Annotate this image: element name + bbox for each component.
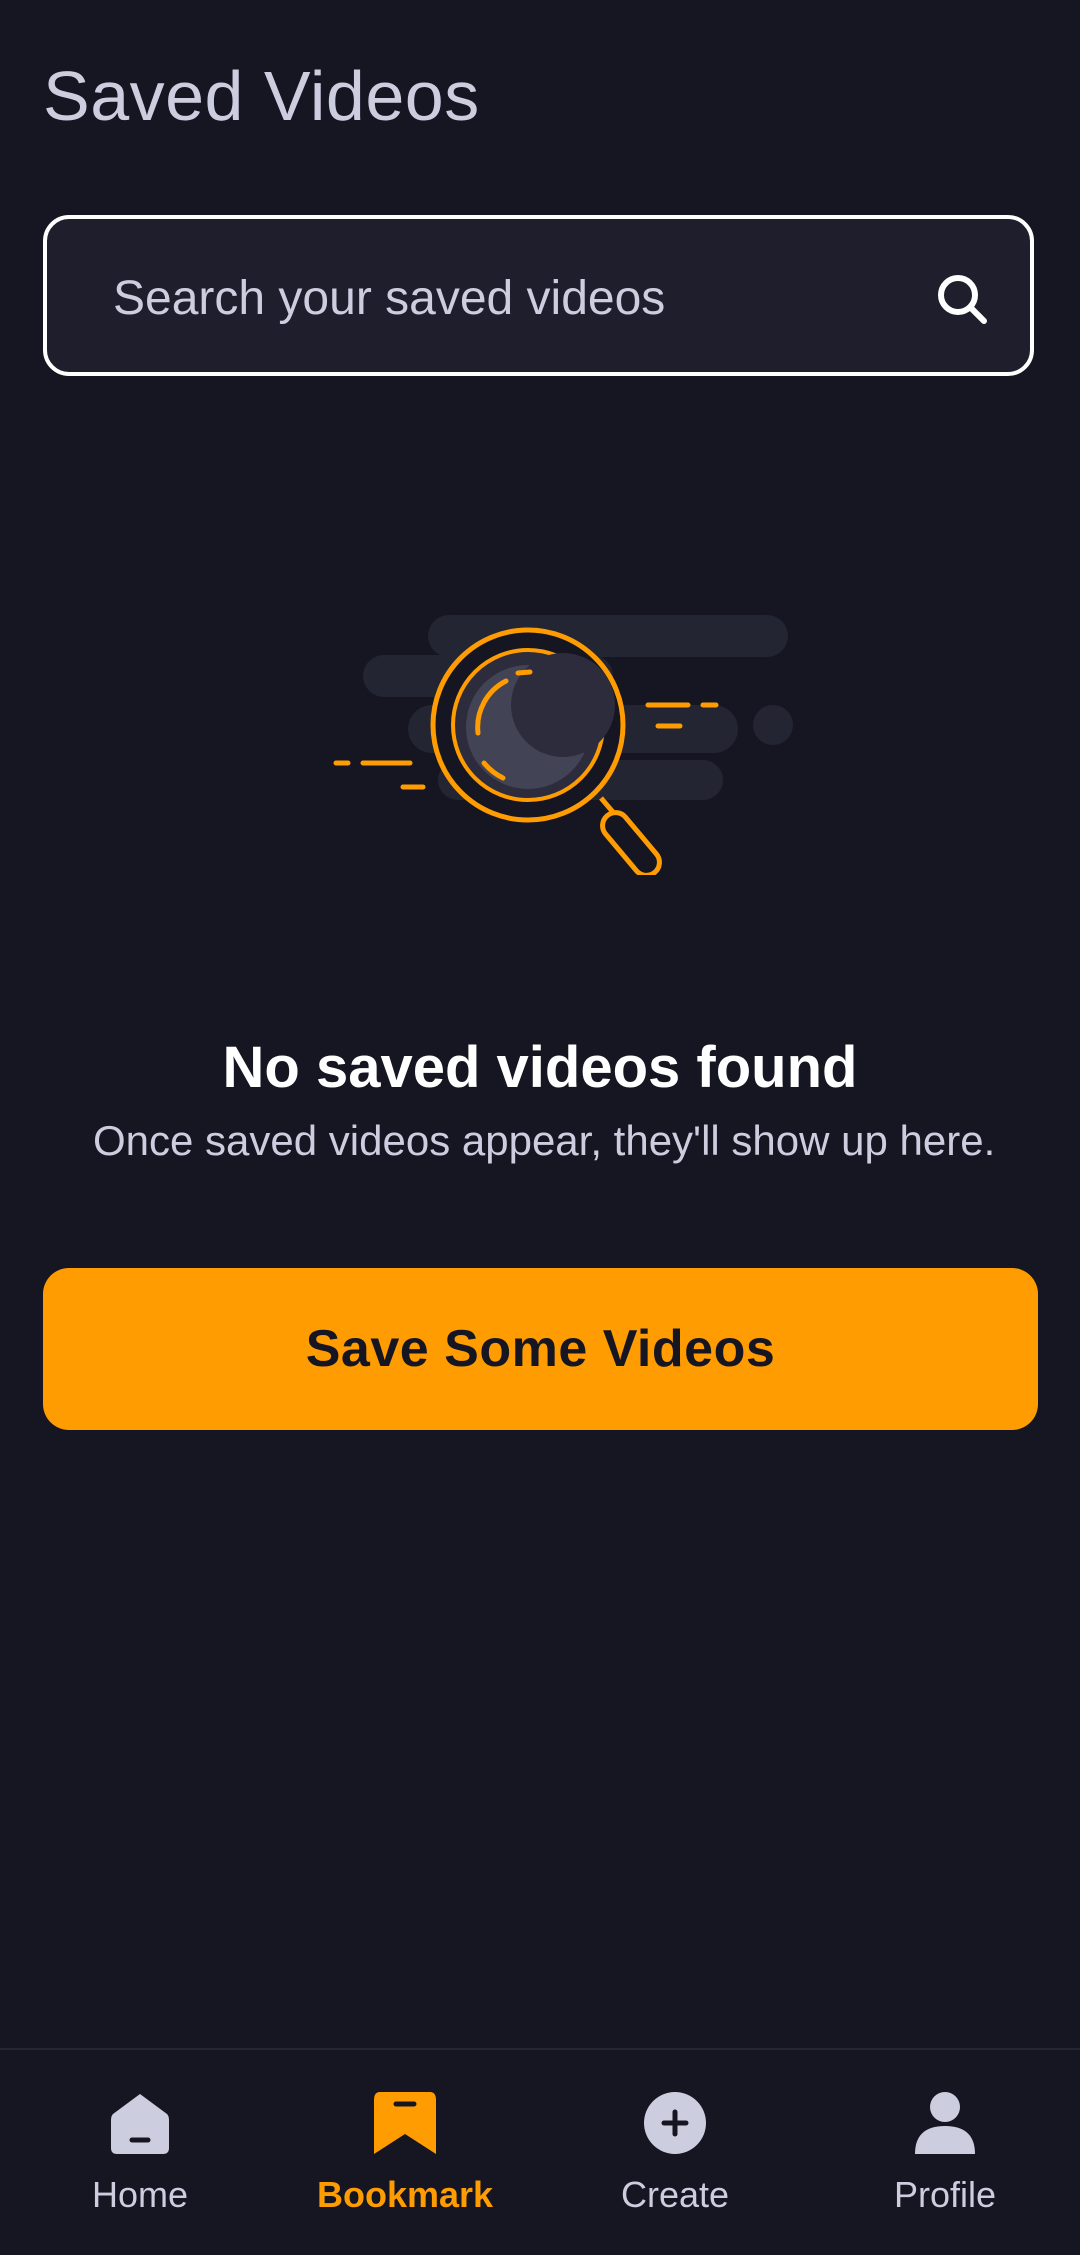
- home-icon: [111, 2094, 169, 2154]
- save-some-videos-button[interactable]: Save Some Videos: [43, 1268, 1038, 1430]
- tab-bookmark[interactable]: Bookmark: [295, 2090, 515, 2230]
- tab-home[interactable]: Home: [30, 2090, 250, 2230]
- plus-circle-icon: [644, 2092, 706, 2154]
- bottom-tab-bar: Home Bookmark Create Profile: [0, 2048, 1080, 2255]
- page-title: Saved Videos: [43, 57, 480, 135]
- search-bar[interactable]: [43, 215, 1034, 376]
- tab-create-label: Create: [620, 2174, 730, 2215]
- tab-home-label: Home: [91, 2174, 189, 2215]
- tab-profile[interactable]: Profile: [835, 2090, 1055, 2230]
- profile-icon: [915, 2092, 975, 2154]
- tab-profile-label: Profile: [893, 2174, 997, 2215]
- magnifier-illustration: [333, 615, 793, 875]
- bookmark-icon: [374, 2092, 436, 2154]
- search-icon[interactable]: [932, 269, 992, 329]
- search-input[interactable]: [111, 257, 895, 339]
- empty-state-subtitle: Once saved videos appear, they'll show u…: [93, 1117, 996, 1164]
- empty-state-title: No saved videos found: [222, 1035, 858, 1100]
- tab-bookmark-label: Bookmark: [316, 2174, 494, 2215]
- tab-create[interactable]: Create: [565, 2090, 785, 2230]
